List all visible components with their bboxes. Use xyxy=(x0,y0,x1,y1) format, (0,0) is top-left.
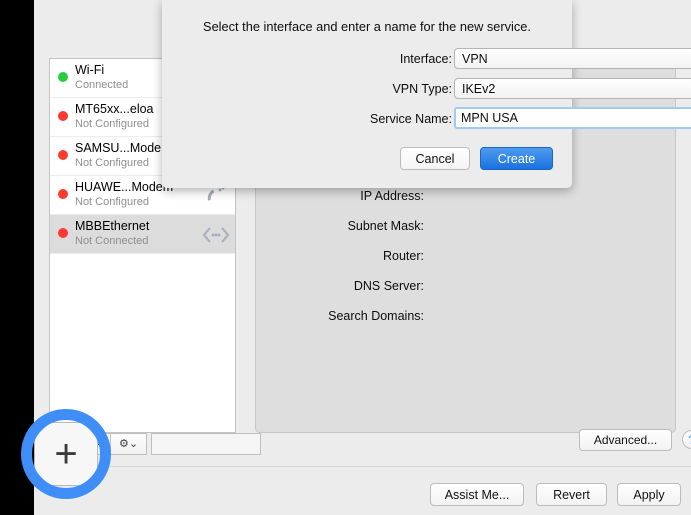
help-icon[interactable]: ? xyxy=(682,430,691,449)
subnet-mask-label: Subnet Mask: xyxy=(347,219,424,233)
service-name: Wi-Fi xyxy=(75,63,105,77)
revert-button[interactable]: Revert xyxy=(536,483,607,506)
status-dot-icon xyxy=(58,228,68,238)
add-service-button-highlighted[interactable]: + xyxy=(34,422,98,486)
vpn-type-label: VPN Type: xyxy=(392,82,452,96)
status-dot-icon xyxy=(58,72,68,82)
service-status: Not Configured xyxy=(75,118,149,130)
interface-value: VPN xyxy=(462,51,488,66)
service-name: MT65xx...eloa xyxy=(75,102,154,116)
service-status: Not Connected xyxy=(75,235,149,247)
vpn-type-popup[interactable]: IKEv2 ▲▼ xyxy=(454,78,691,99)
assist-me-button[interactable]: Assist Me... xyxy=(430,483,524,506)
service-status: Connected xyxy=(75,79,129,91)
service-name-field[interactable] xyxy=(151,433,261,455)
service-name-label: Service Name: xyxy=(370,112,452,126)
service-name: SAMSU...Mode xyxy=(75,141,162,155)
router-label: Router: xyxy=(383,249,424,263)
service-name: MBBEthernet xyxy=(75,219,150,233)
search-domains-label: Search Domains: xyxy=(328,309,424,323)
interface-popup[interactable]: VPN ▲▼ xyxy=(454,48,691,69)
create-button[interactable]: Create xyxy=(480,147,553,170)
interface-label: Interface: xyxy=(399,52,452,66)
cancel-button[interactable]: Cancel xyxy=(400,147,470,170)
ethernet-icon xyxy=(202,223,230,247)
service-name: HUAWE...Modem xyxy=(75,180,174,194)
status-dot-icon xyxy=(58,150,68,160)
apply-button[interactable]: Apply xyxy=(617,483,681,506)
ip-address-label: IP Address: xyxy=(360,189,424,203)
service-status: Not Configured xyxy=(75,196,149,208)
vpn-type-value: IKEv2 xyxy=(462,81,496,96)
new-service-dialog: Select the interface and enter a name fo… xyxy=(162,0,691,188)
service-status: Not Configured xyxy=(75,157,149,169)
dns-server-label: DNS Server: xyxy=(353,279,424,293)
service-name-input[interactable] xyxy=(454,107,691,129)
dialog-title: Select the interface and enter a name fo… xyxy=(203,19,531,34)
status-dot-icon xyxy=(58,111,68,121)
gear-icon[interactable]: ⚙⌄ xyxy=(111,433,147,455)
status-dot-icon xyxy=(58,189,68,199)
list-item[interactable]: MBBEthernet Not Connected xyxy=(50,215,235,254)
window-footer: Assist Me... Revert Apply xyxy=(34,466,691,515)
advanced-button[interactable]: Advanced... xyxy=(579,429,672,451)
